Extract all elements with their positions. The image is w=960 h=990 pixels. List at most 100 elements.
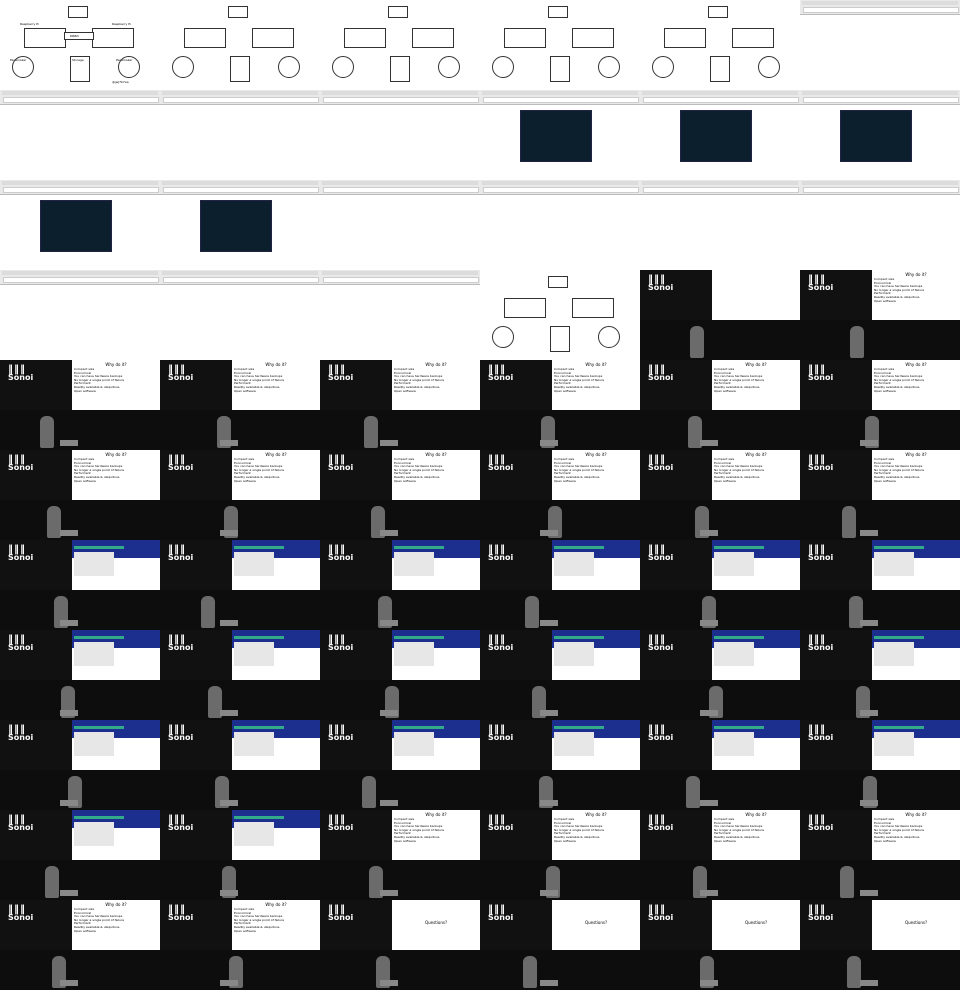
bullet: Open software [234, 478, 256, 483]
talk-thumb[interactable]: ‖‖‖ Sonoi Questions? [480, 900, 640, 990]
talk-thumb[interactable]: ‖‖‖ Sonoi [0, 720, 160, 810]
drbd-link [64, 32, 94, 40]
talk-thumb[interactable]: ‖‖‖ Sonoi [160, 810, 320, 900]
screen-share [552, 540, 640, 590]
diagram-slide-thumb[interactable]: Raspberry Pi Raspberry Pi DRBD Pacemaker… [0, 0, 160, 90]
diagram-slide-thumb[interactable] [640, 0, 800, 90]
monitor-box [68, 6, 88, 18]
browser-thumb[interactable] [800, 180, 960, 270]
talk-thumb[interactable]: ‖‖‖ Sonoi [480, 720, 640, 810]
talk-thumb[interactable]: ‖‖‖ Sonoi Why do it? Compact size Economical… [160, 360, 320, 450]
talk-thumb[interactable]: ‖‖‖ Sonoi [800, 630, 960, 720]
browser-thumb[interactable] [320, 270, 480, 360]
talk-thumb[interactable]: ‖‖‖ Sonoi [640, 630, 800, 720]
talk-thumb[interactable]: ‖‖‖ Sonoi Why do it? Compact size Economical… [160, 900, 320, 990]
talk-thumb[interactable]: ‖‖‖ Sonoi [800, 540, 960, 630]
laptop [220, 710, 238, 716]
progress-bar [714, 726, 764, 729]
laptop [380, 800, 398, 806]
diagram-slide-thumb[interactable] [480, 270, 640, 360]
talk-thumb[interactable]: ‖‖‖ Sonoi [160, 540, 320, 630]
talk-thumb[interactable]: ‖‖‖ Sonoi [480, 630, 640, 720]
slide-bullets: Compact size Economical You can have hardw… [394, 817, 444, 843]
browser-thumb[interactable] [480, 180, 640, 270]
talk-thumb[interactable]: ‖‖‖ Sonoi Why do it? Compact size Economical… [640, 810, 800, 900]
diagram-slide-thumb[interactable] [320, 0, 480, 90]
terminal-thumb[interactable] [0, 180, 160, 270]
talk-thumb[interactable]: ‖‖‖ Sonoi [640, 720, 800, 810]
talk-thumb[interactable]: ‖‖‖ Sonoi Why do it? Compact size Economi… [800, 270, 960, 360]
talk-thumb[interactable]: ‖‖‖ Sonoi Why do it? Compact size Economical… [320, 360, 480, 450]
talk-thumb[interactable]: ‖‖‖ Sonoi [320, 630, 480, 720]
talk-thumb[interactable]: ‖‖‖ Sonoi Why do it? Compact size Economical… [640, 450, 800, 540]
talk-thumb[interactable]: ‖‖‖ Sonoi [640, 540, 800, 630]
logo-text: Sonoi [328, 913, 354, 922]
laptop [220, 980, 238, 986]
talk-thumb[interactable]: ‖‖‖ Sonoi [160, 720, 320, 810]
talk-thumb[interactable]: ‖‖‖ Sonoi Why do it? Compact size Economical… [480, 450, 640, 540]
conference-logo: ‖‖‖ Sonoi [808, 274, 834, 292]
slide-bullets: Compact size Economical You can have hardw… [874, 457, 924, 483]
conference-logo: ‖‖‖ Sonoi [488, 904, 514, 922]
conference-logo: ‖‖‖ Sonoi [488, 724, 514, 742]
logo-text: Sonoi [8, 553, 34, 562]
questions-text: Questions? [905, 920, 928, 925]
talk-thumb[interactable]: ‖‖‖ Sonoi Questions? [320, 900, 480, 990]
browser-thumb[interactable] [640, 180, 800, 270]
talk-thumb[interactable]: ‖‖‖ Sonoi Why do it? Compact size Economical… [160, 450, 320, 540]
talk-thumb[interactable]: ‖‖‖ Sonoi [800, 720, 960, 810]
screen-share [712, 540, 800, 590]
talk-thumb[interactable]: ‖‖‖ Sonoi Questions? [800, 900, 960, 990]
slide-panel: Why do it? Compact size Economical You can … [72, 450, 160, 500]
conference-logo: ‖‖‖ Sonoi [168, 904, 194, 922]
talk-thumb[interactable]: ‖‖‖ Sonoi Questions? [640, 900, 800, 990]
diagram-slide-thumb[interactable] [480, 0, 640, 90]
browser-thumb[interactable] [160, 90, 320, 180]
pacemaker-left-circle [492, 326, 514, 348]
talk-thumb[interactable]: ‖‖‖ Sonoi [160, 630, 320, 720]
logo-text: Sonoi [168, 553, 194, 562]
talk-thumb[interactable]: ‖‖‖ Sonoi Why do it? Compact size Economical… [320, 810, 480, 900]
talk-thumb[interactable]: ‖‖‖ Sonoi [320, 720, 480, 810]
terminal-thumb[interactable] [800, 90, 960, 180]
node-right-box [732, 28, 774, 48]
talk-thumb[interactable]: ‖‖‖ Sonoi Why do it? Compact size Economical… [800, 810, 960, 900]
talk-thumb[interactable]: ‖‖‖ Sonoi Why do it? Compact size Economical… [480, 810, 640, 900]
talk-thumb[interactable]: ‖‖‖ Sonoi [0, 810, 160, 900]
browser-thumb[interactable] [320, 180, 480, 270]
talk-thumb[interactable]: ‖‖‖ Sonoi [0, 540, 160, 630]
terminal-thumb[interactable] [160, 180, 320, 270]
talk-thumb[interactable]: ‖‖‖ Sonoi Why do it? Compact size Economical… [320, 450, 480, 540]
laptop [540, 620, 558, 626]
talk-thumb[interactable]: ‖‖‖ Sonoi [640, 270, 800, 360]
talk-thumb[interactable]: ‖‖‖ Sonoi Why do it? Compact size Economical… [0, 360, 160, 450]
speaker [362, 776, 376, 808]
talk-thumb[interactable]: ‖‖‖ Sonoi Why do it? Compact size Economical… [0, 900, 160, 990]
stage [640, 320, 800, 360]
diagram-slide-thumb[interactable] [160, 0, 320, 90]
talk-thumb[interactable]: ‖‖‖ Sonoi Why do it? Compact size Economical… [800, 360, 960, 450]
browser-thumb[interactable] [800, 0, 960, 90]
slide-bullets: Compact size Economical You can have hardw… [394, 367, 444, 393]
pacemaker-left-circle [332, 56, 354, 78]
browser-thumb[interactable] [160, 270, 320, 360]
talk-thumb[interactable]: ‖‖‖ Sonoi Why do it? Compact size Economical… [0, 450, 160, 540]
browser-thumb[interactable] [0, 270, 160, 360]
logo-text: Sonoi [488, 733, 514, 742]
browser-thumb[interactable] [0, 90, 160, 180]
talk-thumb[interactable]: ‖‖‖ Sonoi [0, 630, 160, 720]
talk-thumb[interactable]: ‖‖‖ Sonoi [480, 540, 640, 630]
talk-thumb[interactable]: ‖‖‖ Sonoi Why do it? Compact size Economical… [800, 450, 960, 540]
window-panel [234, 822, 274, 846]
terminal-thumb[interactable] [640, 90, 800, 180]
browser-thumb[interactable] [320, 90, 480, 180]
talk-thumb[interactable]: ‖‖‖ Sonoi Why do it? Compact size Economical… [640, 360, 800, 450]
speaker [45, 866, 59, 898]
talk-thumb[interactable]: ‖‖‖ Sonoi [320, 540, 480, 630]
talk-thumb[interactable]: ‖‖‖ Sonoi Why do it? Compact size Economical… [480, 360, 640, 450]
terminal-thumb[interactable] [480, 90, 640, 180]
screen-share [552, 630, 640, 680]
slide-panel: Why do it? Compact size Economical You can … [232, 900, 320, 950]
browser-tabs [802, 1, 958, 5]
conference-logo: ‖‖‖ Sonoi [8, 634, 34, 652]
